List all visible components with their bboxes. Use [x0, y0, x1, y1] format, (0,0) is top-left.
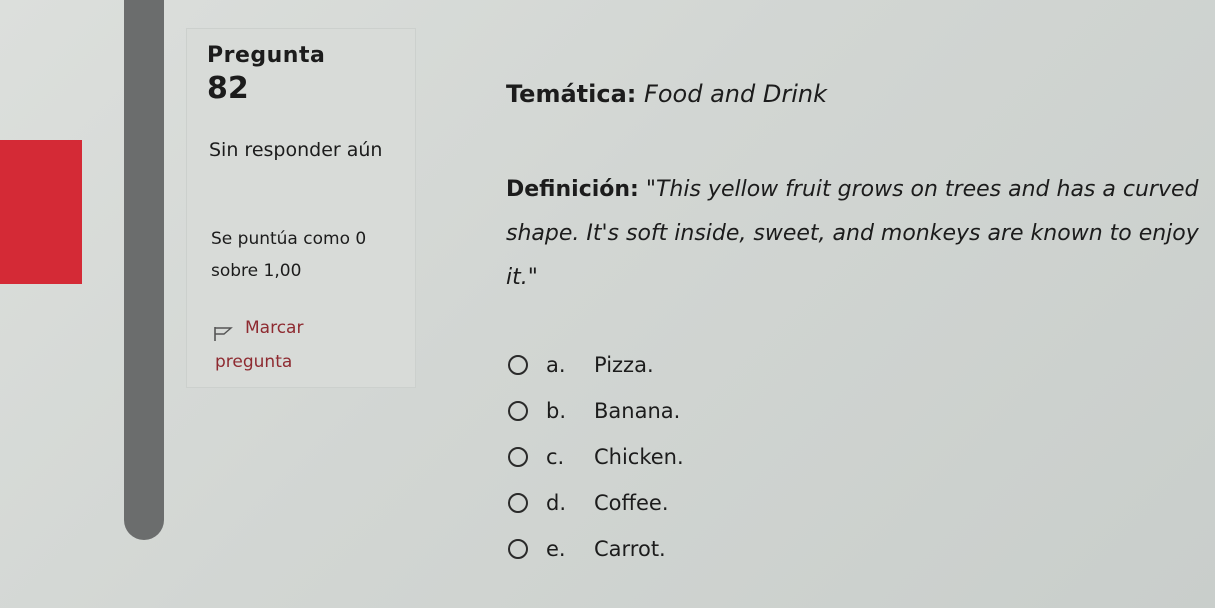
flag-label: Marcar — [245, 318, 304, 338]
question-info-panel: Pregunta 82 Sin responder aún Se puntúa … — [186, 28, 416, 388]
answer-options: a. Pizza. b. Banana. c. Chicken. d. Coff… — [508, 342, 684, 572]
radio-button[interactable] — [508, 447, 528, 467]
radio-button[interactable] — [508, 539, 528, 559]
option-letter: b. — [546, 399, 567, 423]
question-label: Pregunta — [207, 43, 326, 68]
question-score: Se puntúa como 0 sobre 1,00 — [211, 229, 367, 281]
topic: Temática: Food and Drink — [506, 80, 827, 108]
option-letter: a. — [546, 353, 566, 377]
flag-question-link[interactable]: Marcar pregunta — [213, 311, 403, 379]
red-side-block — [0, 140, 82, 284]
option-d[interactable]: d. Coffee. — [508, 480, 684, 526]
question-status: Sin responder aún — [209, 139, 383, 161]
topic-label: Temática: — [506, 80, 637, 108]
option-e[interactable]: e. Carrot. — [508, 526, 684, 572]
question-number: 82 — [207, 71, 249, 106]
option-text: Chicken. — [594, 445, 684, 469]
option-text: Coffee. — [594, 491, 669, 515]
radio-button[interactable] — [508, 401, 528, 421]
option-text: Carrot. — [594, 537, 666, 561]
option-letter: d. — [546, 491, 567, 515]
option-a[interactable]: a. Pizza. — [508, 342, 684, 388]
option-text: Banana. — [594, 399, 681, 423]
topic-value: Food and Drink — [644, 80, 827, 108]
definition-label: Definición: — [506, 177, 639, 202]
option-letter: c. — [546, 445, 565, 469]
radio-button[interactable] — [508, 355, 528, 375]
radio-button[interactable] — [508, 493, 528, 513]
option-text: Pizza. — [594, 353, 654, 377]
flag-outline-icon — [213, 320, 235, 341]
option-c[interactable]: c. Chicken. — [508, 434, 684, 480]
definition: Definición: "This yellow fruit grows on … — [506, 168, 1214, 300]
option-letter: e. — [546, 537, 566, 561]
scrollbar[interactable] — [124, 0, 164, 540]
option-b[interactable]: b. Banana. — [508, 388, 684, 434]
flag-label-continued: pregunta — [215, 352, 293, 372]
